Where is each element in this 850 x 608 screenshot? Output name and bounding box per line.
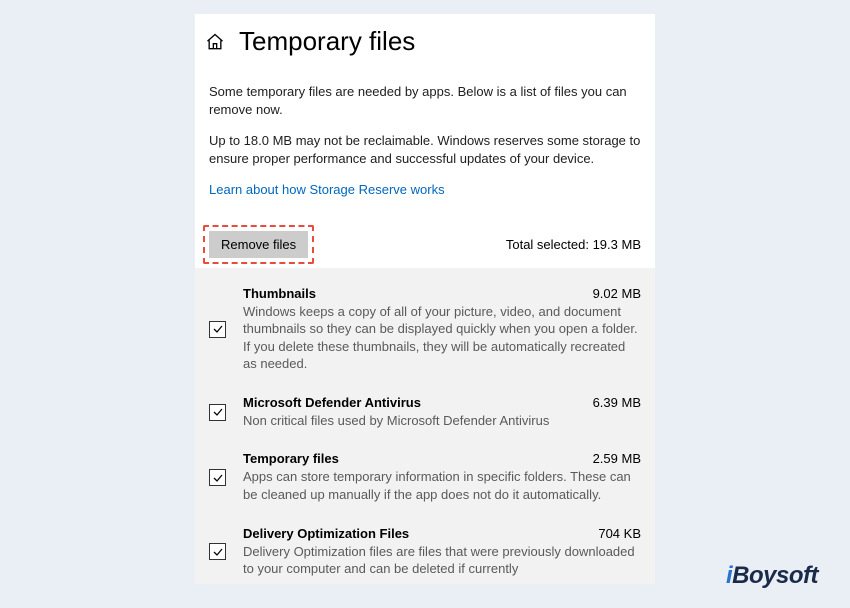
storage-reserve-link[interactable]: Learn about how Storage Reserve works xyxy=(209,182,445,197)
check-icon xyxy=(212,323,224,335)
check-icon xyxy=(212,546,224,558)
intro-block: Some temporary files are needed by apps.… xyxy=(195,65,655,199)
header: Temporary files xyxy=(195,14,655,65)
list-item: Delivery Optimization Files 704 KB Deliv… xyxy=(209,518,641,584)
item-desc: Delivery Optimization files are files th… xyxy=(243,543,641,578)
list-item: Temporary files 2.59 MB Apps can store t… xyxy=(209,443,641,517)
item-desc: Windows keeps a copy of all of your pict… xyxy=(243,303,641,373)
item-title: Thumbnails xyxy=(243,286,316,301)
check-icon xyxy=(212,472,224,484)
watermark-logo: iBoysoft xyxy=(726,562,818,590)
total-selected: Total selected: 19.3 MB xyxy=(506,237,641,252)
item-title: Delivery Optimization Files xyxy=(243,526,409,541)
watermark-rest: Boysoft xyxy=(732,562,818,589)
action-row: Remove files Total selected: 19.3 MB xyxy=(195,213,655,268)
home-icon[interactable] xyxy=(205,32,225,52)
intro-text-2: Up to 18.0 MB may not be reclaimable. Wi… xyxy=(209,132,641,167)
item-size: 2.59 MB xyxy=(593,451,641,466)
remove-files-button[interactable]: Remove files xyxy=(209,231,308,258)
checkbox-delivery-opt[interactable] xyxy=(209,543,226,560)
item-title: Microsoft Defender Antivirus xyxy=(243,395,421,410)
settings-window: Temporary files Some temporary files are… xyxy=(195,14,655,584)
intro-text-1: Some temporary files are needed by apps.… xyxy=(209,83,641,118)
item-size: 704 KB xyxy=(598,526,641,541)
item-title: Temporary files xyxy=(243,451,339,466)
item-desc: Apps can store temporary information in … xyxy=(243,468,641,503)
list-item: Thumbnails 9.02 MB Windows keeps a copy … xyxy=(209,278,641,387)
checkbox-thumbnails[interactable] xyxy=(209,321,226,338)
check-icon xyxy=(212,406,224,418)
file-list: Thumbnails 9.02 MB Windows keeps a copy … xyxy=(195,268,655,584)
checkbox-defender[interactable] xyxy=(209,404,226,421)
item-size: 9.02 MB xyxy=(593,286,641,301)
item-desc: Non critical files used by Microsoft Def… xyxy=(243,412,641,430)
item-size: 6.39 MB xyxy=(593,395,641,410)
page-title: Temporary files xyxy=(239,26,415,57)
remove-files-label: Remove files xyxy=(221,237,296,252)
list-item: Microsoft Defender Antivirus 6.39 MB Non… xyxy=(209,387,641,444)
checkbox-temp-files[interactable] xyxy=(209,469,226,486)
